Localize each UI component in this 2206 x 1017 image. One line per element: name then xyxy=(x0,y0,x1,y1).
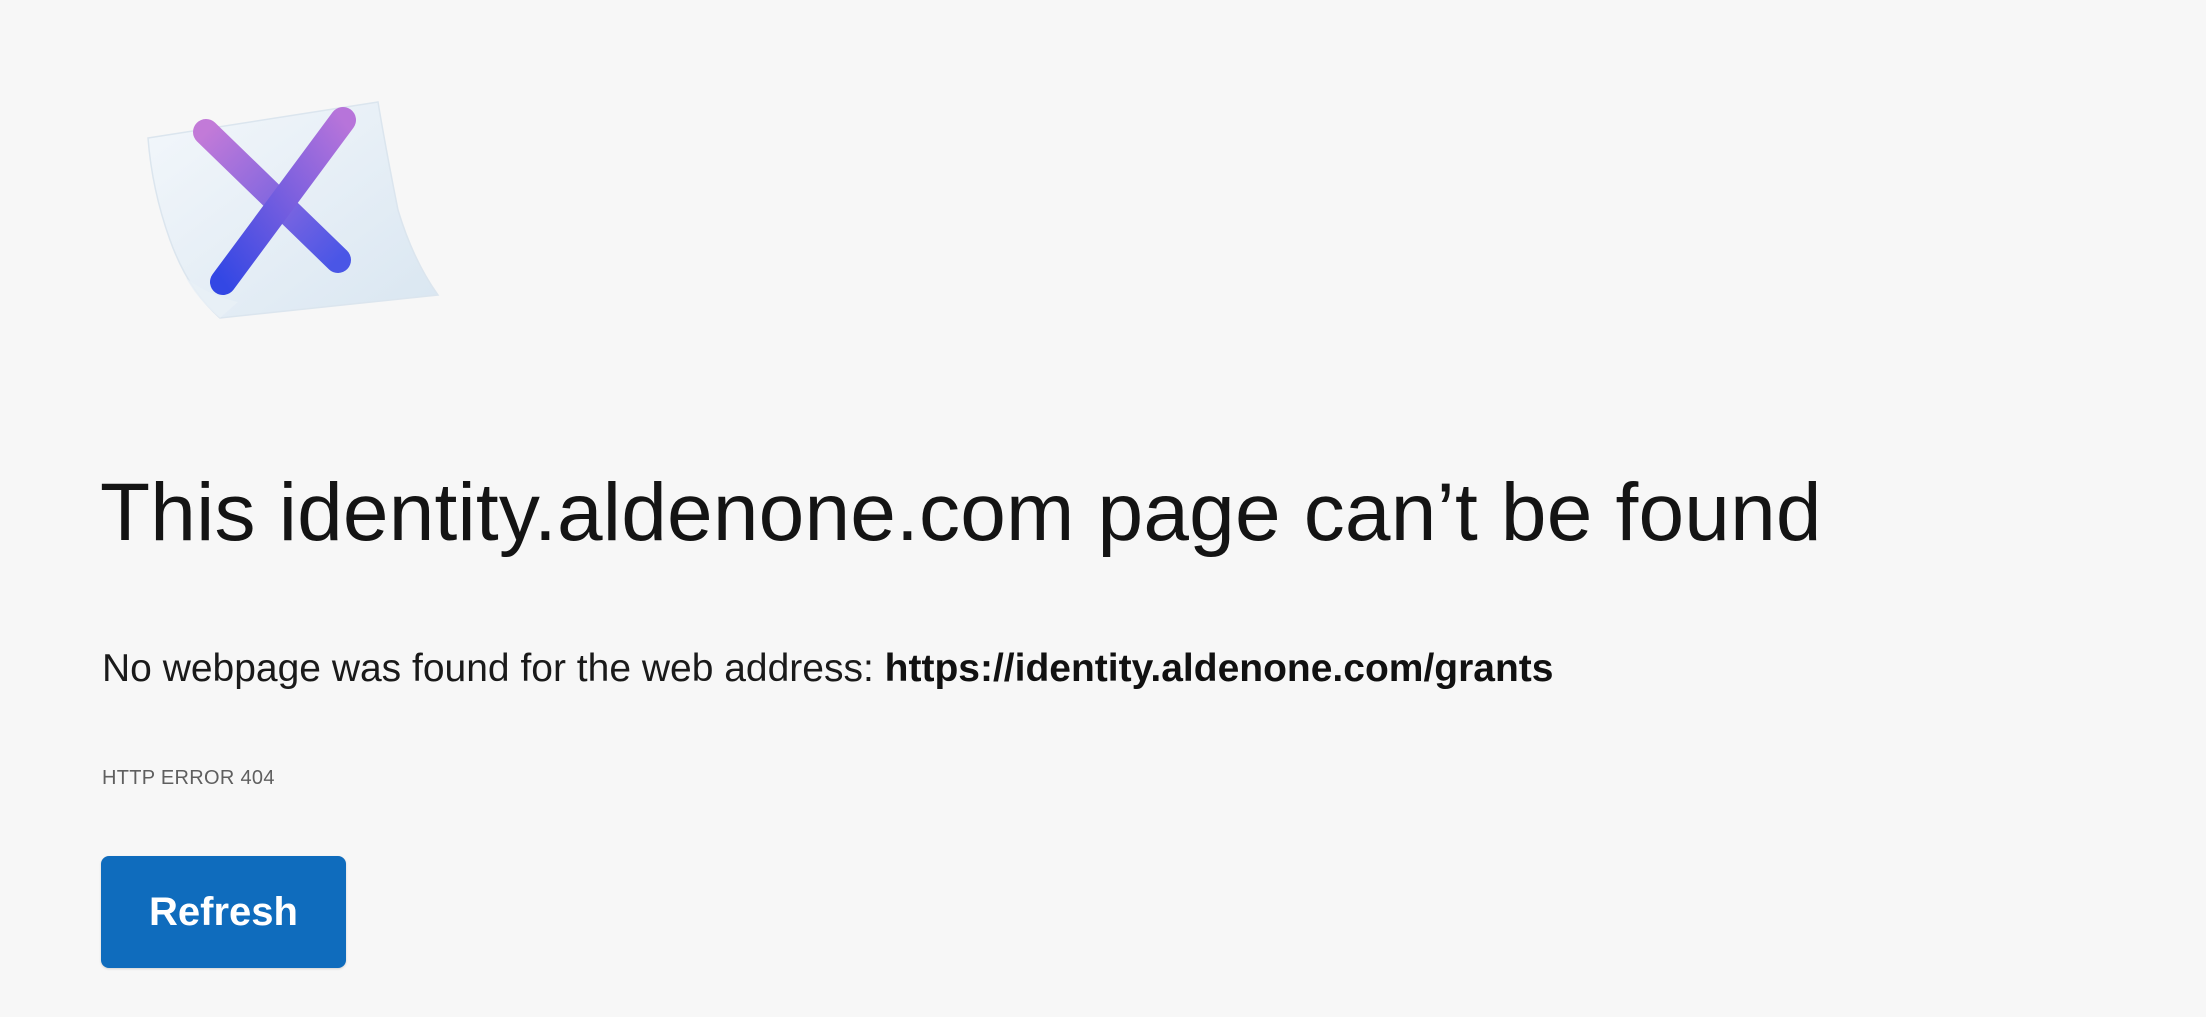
error-x-note-icon xyxy=(128,90,448,330)
error-code: HTTP ERROR 404 xyxy=(102,767,275,789)
error-message: No webpage was found for the web address… xyxy=(102,646,1553,693)
refresh-button[interactable]: Refresh xyxy=(101,856,346,968)
error-page: This identity.aldenone.com page can’t be… xyxy=(0,0,2206,1017)
error-url: https://identity.aldenone.com/grants xyxy=(884,647,1554,690)
error-message-text: No webpage was found for the web address… xyxy=(102,647,885,690)
page-title: This identity.aldenone.com page can’t be… xyxy=(100,467,1822,558)
